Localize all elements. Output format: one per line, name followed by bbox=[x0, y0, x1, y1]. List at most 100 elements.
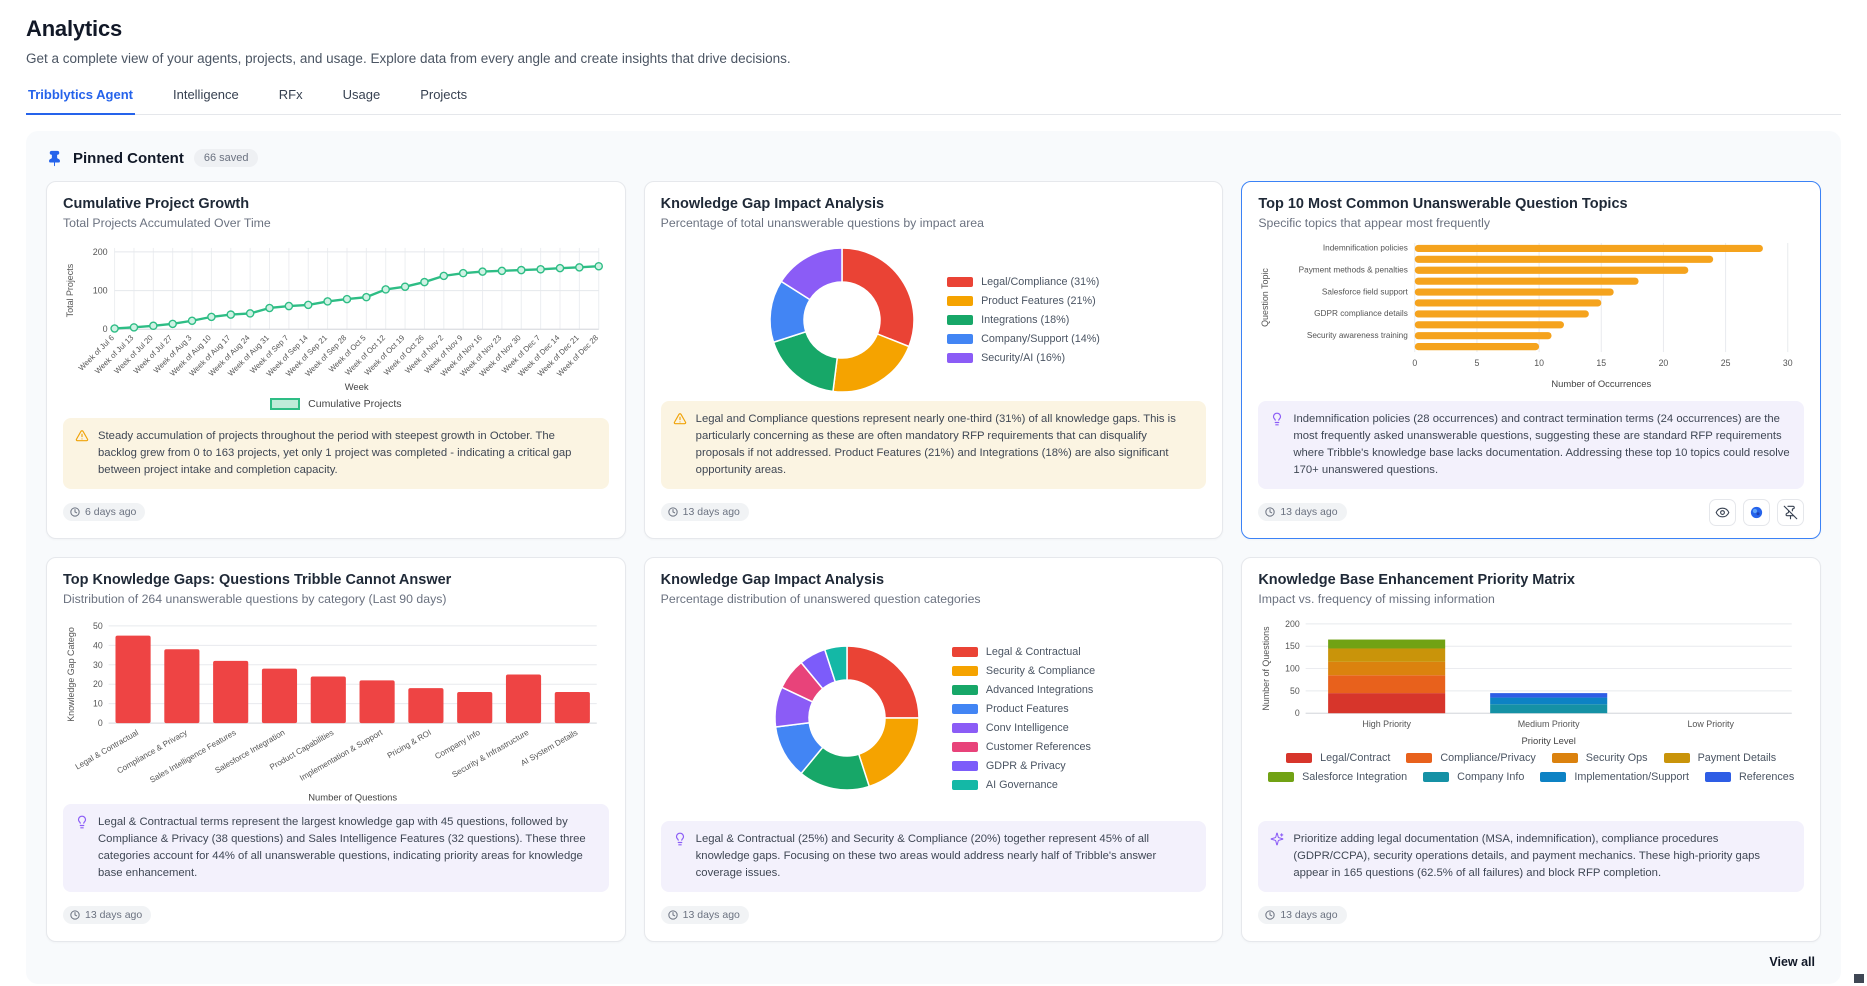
legend-swatch bbox=[952, 647, 978, 657]
card-subtitle: Impact vs. frequency of missing informat… bbox=[1258, 592, 1804, 606]
tab-tribblytics-agent[interactable]: Tribblytics Agent bbox=[26, 81, 135, 115]
legend-item: Conv Intelligence bbox=[952, 722, 1095, 734]
card-subtitle: Specific topics that appear most frequen… bbox=[1258, 216, 1804, 230]
card-title: Top 10 Most Common Unanswerable Question… bbox=[1258, 196, 1804, 212]
page-subtitle: Get a complete view of your agents, proj… bbox=[26, 51, 1841, 66]
legend-item: Product Features bbox=[952, 703, 1095, 715]
insight-text: Legal and Compliance questions represent… bbox=[696, 411, 1195, 479]
legend-swatch bbox=[270, 398, 300, 410]
insight-box: Steady accumulation of projects througho… bbox=[63, 418, 609, 489]
legend-item: GDPR & Privacy bbox=[952, 760, 1095, 772]
insight-text: Prioritize adding legal documentation (M… bbox=[1293, 831, 1792, 882]
card-title: Knowledge Base Enhancement Priority Matr… bbox=[1258, 572, 1804, 588]
card-actions bbox=[1709, 499, 1804, 526]
svg-text:Pricing & ROI: Pricing & ROI bbox=[386, 728, 433, 760]
svg-text:Number of Questions: Number of Questions bbox=[308, 791, 397, 802]
timestamp-label: 13 days ago bbox=[1280, 909, 1337, 921]
legend-item: Payment Details bbox=[1664, 752, 1777, 764]
svg-text:200: 200 bbox=[93, 247, 108, 257]
card-title: Knowledge Gap Impact Analysis bbox=[661, 196, 1207, 212]
pinned-cards-grid: Cumulative Project Growth Total Projects… bbox=[46, 181, 1821, 942]
svg-text:0: 0 bbox=[1295, 708, 1300, 718]
insight-text: Indemnification policies (28 occurrences… bbox=[1293, 411, 1792, 479]
scrollbar-corner[interactable] bbox=[1854, 974, 1864, 983]
lightbulb-icon bbox=[75, 815, 89, 882]
clock-icon bbox=[668, 507, 678, 517]
legend-item: Security & Compliance bbox=[952, 665, 1095, 677]
clock-icon bbox=[70, 910, 80, 920]
svg-text:15: 15 bbox=[1597, 358, 1607, 368]
card-subtitle: Distribution of 264 unanswerable questio… bbox=[63, 592, 609, 606]
legend-item: Company Info bbox=[1423, 771, 1524, 783]
svg-text:100: 100 bbox=[93, 286, 108, 296]
svg-text:Question Topic: Question Topic bbox=[1260, 268, 1270, 327]
card-knowledge-gap-impact-1[interactable]: Knowledge Gap Impact Analysis Percentage… bbox=[644, 181, 1224, 539]
card-cumulative-project-growth[interactable]: Cumulative Project Growth Total Projects… bbox=[46, 181, 626, 539]
tribble-analyze-button[interactable] bbox=[1743, 499, 1770, 526]
pinned-content-panel: Pinned Content 66 saved Cumulative Proje… bbox=[26, 131, 1841, 984]
tab-rfx[interactable]: RFx bbox=[277, 81, 305, 114]
legend-item: AI Governance bbox=[952, 779, 1095, 791]
insight-text: Legal & Contractual (25%) and Security &… bbox=[696, 831, 1195, 882]
card-knowledge-gap-impact-2[interactable]: Knowledge Gap Impact Analysis Percentage… bbox=[644, 557, 1224, 942]
card-footer: 13 days ago bbox=[661, 499, 1207, 526]
legend-swatch bbox=[1286, 753, 1312, 763]
view-button[interactable] bbox=[1709, 499, 1736, 526]
pinned-header: Pinned Content 66 saved bbox=[46, 149, 1821, 167]
card-footer: 13 days ago bbox=[63, 902, 609, 929]
clock-icon bbox=[1265, 507, 1275, 517]
svg-text:Total Projects: Total Projects bbox=[65, 263, 75, 317]
top-topics-bar-chart: 051015202530Indemnification policiesPaym… bbox=[1258, 238, 1804, 392]
card-title: Cumulative Project Growth bbox=[63, 196, 609, 212]
svg-text:Sales Intelligence Features: Sales Intelligence Features bbox=[148, 728, 237, 785]
eye-icon bbox=[1715, 505, 1730, 520]
legend-item: Implementation/Support bbox=[1540, 771, 1689, 783]
svg-text:10: 10 bbox=[93, 698, 103, 708]
card-priority-matrix[interactable]: Knowledge Base Enhancement Priority Matr… bbox=[1241, 557, 1821, 942]
category-donut-chart: Legal & ContractualSecurity & Compliance… bbox=[661, 616, 1207, 821]
card-title: Knowledge Gap Impact Analysis bbox=[661, 572, 1207, 588]
tab-projects[interactable]: Projects bbox=[418, 81, 469, 114]
svg-text:Indemnification policies: Indemnification policies bbox=[1323, 244, 1408, 253]
priority-matrix-legend: Legal/ContractCompliance/PrivacySecurity… bbox=[1258, 752, 1804, 783]
svg-text:5: 5 bbox=[1475, 358, 1480, 368]
unpin-button[interactable] bbox=[1777, 499, 1804, 526]
cumulative-project-growth-chart: 0100200Week of Jul 6Week of Jul 13Week o… bbox=[63, 238, 609, 395]
svg-text:20: 20 bbox=[93, 679, 103, 689]
svg-text:Salesforce field support: Salesforce field support bbox=[1322, 287, 1409, 296]
insight-text: Legal & Contractual terms represent the … bbox=[98, 814, 597, 882]
tab-intelligence[interactable]: Intelligence bbox=[171, 81, 241, 114]
svg-text:0: 0 bbox=[1413, 358, 1418, 368]
card-top-knowledge-gaps[interactable]: Top Knowledge Gaps: Questions Tribble Ca… bbox=[46, 557, 626, 942]
insight-box: Legal & Contractual terms represent the … bbox=[63, 804, 609, 892]
pin-off-icon bbox=[1783, 505, 1798, 520]
svg-text:Low Priority: Low Priority bbox=[1688, 719, 1735, 729]
legend-swatch bbox=[1406, 753, 1432, 763]
svg-text:25: 25 bbox=[1721, 358, 1731, 368]
svg-text:200: 200 bbox=[1285, 618, 1300, 628]
legend-swatch bbox=[1540, 772, 1566, 782]
card-title: Top Knowledge Gaps: Questions Tribble Ca… bbox=[63, 572, 609, 588]
view-all-row: View all bbox=[46, 954, 1821, 970]
tab-usage[interactable]: Usage bbox=[341, 81, 383, 114]
svg-text:Knowledge Gap Catego: Knowledge Gap Catego bbox=[66, 627, 76, 722]
impact-donut-chart: Legal/Compliance (31%)Product Features (… bbox=[661, 240, 1207, 401]
legend-item: Advanced Integrations bbox=[952, 684, 1095, 696]
svg-text:100: 100 bbox=[1285, 663, 1300, 673]
chart-legend: Legal/Compliance (31%)Product Features (… bbox=[947, 276, 1100, 364]
svg-text:20: 20 bbox=[1659, 358, 1669, 368]
timestamp-label: 6 days ago bbox=[85, 506, 136, 518]
svg-text:Security awareness training: Security awareness training bbox=[1307, 331, 1408, 340]
sparkles-icon bbox=[1270, 832, 1284, 882]
svg-text:30: 30 bbox=[93, 659, 103, 669]
legend-item: Integrations (18%) bbox=[947, 314, 1100, 326]
legend-swatch bbox=[952, 666, 978, 676]
card-top-10-unanswerable-topics[interactable]: Top 10 Most Common Unanswerable Question… bbox=[1241, 181, 1821, 539]
chart-legend: Legal & ContractualSecurity & Compliance… bbox=[952, 646, 1095, 791]
view-all-button[interactable]: View all bbox=[1763, 954, 1821, 970]
legend-swatch bbox=[952, 685, 978, 695]
timestamp-label: 13 days ago bbox=[683, 506, 740, 518]
pinned-title: Pinned Content bbox=[73, 150, 184, 167]
insight-box: Indemnification policies (28 occurrences… bbox=[1258, 401, 1804, 489]
svg-text:0: 0 bbox=[98, 718, 103, 728]
